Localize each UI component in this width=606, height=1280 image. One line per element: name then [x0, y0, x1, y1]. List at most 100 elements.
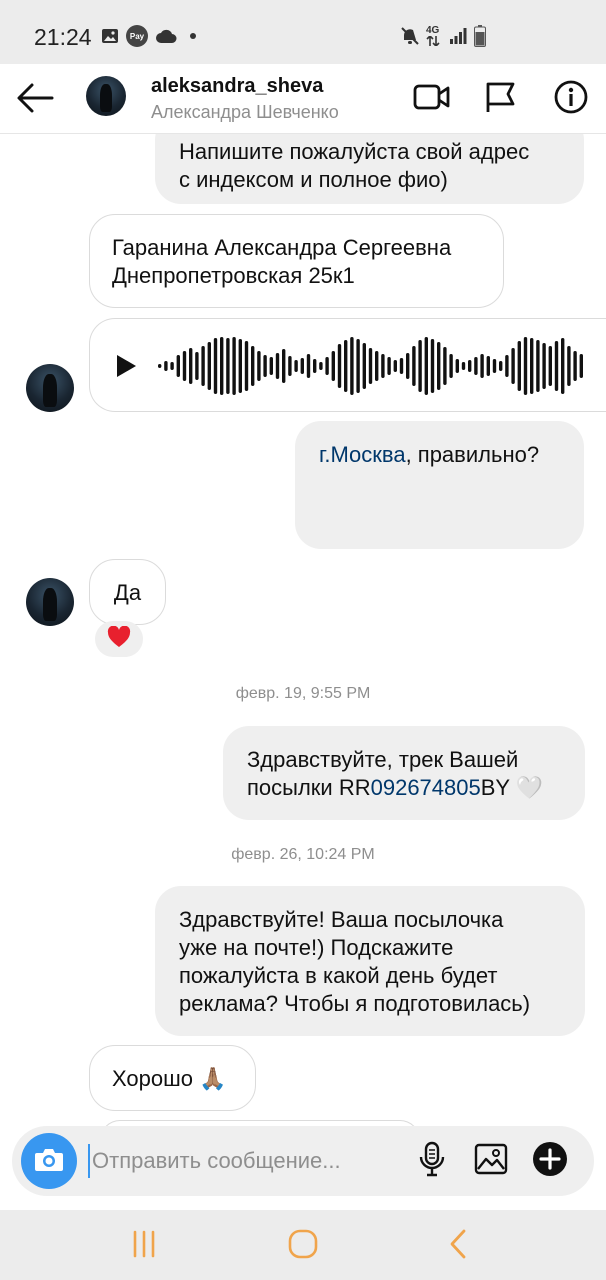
- waveform-bar: [288, 356, 292, 376]
- camera-button[interactable]: [21, 1133, 77, 1189]
- message-outgoing[interactable]: Здравствуйте! Ваша посылочка уже на почт…: [155, 886, 585, 1036]
- flag-icon: [483, 80, 517, 119]
- waveform-bar: [182, 351, 187, 381]
- back-arrow-icon: [14, 83, 58, 122]
- waveform-bar: [226, 338, 230, 394]
- video-call-button[interactable]: [412, 80, 452, 118]
- avatar[interactable]: [26, 578, 74, 626]
- waveform-bar: [337, 344, 342, 388]
- waveform-bar: [455, 359, 459, 373]
- waveform-bar: [480, 354, 484, 378]
- message-outgoing[interactable]: Напишите пожалуйста свой адрес с индексо…: [155, 134, 584, 204]
- waveform-bar: [263, 355, 267, 377]
- image-icon: [474, 1143, 508, 1180]
- waveform-bar: [375, 351, 379, 381]
- message-outgoing[interactable]: г.Москва, правильно?: [295, 421, 584, 549]
- waveform-bar: [164, 361, 168, 371]
- waveform-bar: [362, 343, 366, 389]
- play-icon: [114, 355, 138, 384]
- waveform-bar: [567, 346, 571, 386]
- recent-apps-button[interactable]: [122, 1224, 166, 1268]
- waveform-bar: [492, 359, 497, 373]
- heart-reaction[interactable]: [95, 621, 143, 657]
- status-bar: 21:24 Pay 4G: [0, 0, 606, 64]
- home-button[interactable]: [281, 1224, 325, 1268]
- message-line: Напишите пожалуйста свой адрес: [179, 139, 530, 164]
- waveform-bar: [573, 351, 577, 381]
- play-button[interactable]: [114, 353, 138, 379]
- message-incoming[interactable]: Хорошо 🙏🏽: [89, 1045, 256, 1111]
- flag-button[interactable]: [480, 80, 520, 118]
- waveform-bar: [220, 337, 224, 395]
- back-button[interactable]: [14, 78, 58, 118]
- plus-icon: [532, 1141, 568, 1182]
- waveform-bar: [189, 348, 193, 384]
- voice-message[interactable]: [89, 318, 606, 412]
- message-thread[interactable]: Напишите пожалуйста свой адрес с индексо…: [0, 134, 606, 1126]
- waveform: [158, 337, 583, 395]
- waveform-bar: [474, 357, 478, 375]
- message-text: Хорошо 🙏🏽: [112, 1066, 227, 1091]
- samsung-pay-icon: Pay: [126, 24, 148, 48]
- waveform-bar: [561, 338, 565, 394]
- waveform-bar: [511, 348, 515, 384]
- avatar[interactable]: [26, 364, 74, 412]
- track-number-link[interactable]: 092674805: [371, 775, 481, 800]
- message-incoming[interactable]: Гаранина Александра Сергеевна Днепропетр…: [89, 214, 504, 308]
- waveform-bar: [437, 342, 441, 390]
- message-line: Днепропетровская 25к1: [112, 263, 355, 288]
- waveform-bar: [499, 361, 503, 371]
- waveform-bar: [554, 341, 559, 391]
- info-icon: [554, 80, 588, 119]
- more-options-button[interactable]: [531, 1141, 569, 1182]
- message-input[interactable]: [88, 1144, 388, 1178]
- message-text: Да: [113, 580, 142, 605]
- battery-icon: [472, 24, 488, 48]
- waveform-bar: [406, 353, 410, 379]
- waveform-bar: [368, 348, 373, 384]
- waveform-bar: [449, 354, 453, 378]
- header-username[interactable]: aleksandra_sheva: [151, 75, 323, 98]
- waveform-bar: [517, 341, 521, 391]
- gallery-button[interactable]: [472, 1142, 510, 1180]
- nav-back-button[interactable]: [436, 1224, 480, 1268]
- waveform-bar: [213, 338, 218, 394]
- system-navigation-bar: [0, 1210, 606, 1280]
- home-icon: [288, 1229, 318, 1264]
- message-text: , правильно?: [405, 442, 540, 467]
- waveform-bar: [207, 342, 211, 390]
- network-label: 4G: [426, 25, 440, 36]
- message-text: посылки RR: [247, 775, 371, 800]
- header-display-name: Александра Шевченко: [151, 102, 339, 122]
- waveform-bar: [251, 346, 255, 386]
- waveform-bar: [387, 357, 391, 375]
- video-call-icon: [413, 82, 451, 117]
- waveform-bar: [158, 364, 162, 368]
- camera-icon: [34, 1146, 64, 1177]
- message-incoming[interactable]: Да: [89, 559, 166, 625]
- heart-icon: [107, 625, 131, 653]
- message-outgoing[interactable]: Здравствуйте, трек Вашей посылки RR09267…: [223, 726, 585, 820]
- cloud-icon: [155, 24, 177, 48]
- info-button[interactable]: [551, 80, 591, 118]
- waveform-bar: [201, 346, 205, 386]
- waveform-bar: [530, 338, 534, 394]
- waveform-bar: [313, 359, 317, 373]
- waveform-bar: [269, 357, 273, 375]
- waveform-bar: [356, 339, 360, 393]
- microphone-icon: [418, 1141, 446, 1182]
- waveform-bar: [412, 346, 416, 386]
- waveform-bar: [294, 360, 298, 372]
- message-link[interactable]: г.Москва: [319, 442, 406, 467]
- waveform-bar: [393, 360, 397, 372]
- network-indicator: 4G: [426, 24, 446, 48]
- message-line: Гаранина Александра Сергеевна: [112, 235, 452, 260]
- mute-icon: [398, 24, 422, 48]
- waveform-bar: [244, 341, 249, 391]
- waveform-bar: [486, 356, 490, 376]
- voice-record-button[interactable]: [413, 1141, 451, 1182]
- waveform-bar: [344, 340, 348, 392]
- recent-apps-icon: [131, 1230, 157, 1263]
- avatar[interactable]: [86, 76, 126, 116]
- waveform-bar: [238, 339, 242, 393]
